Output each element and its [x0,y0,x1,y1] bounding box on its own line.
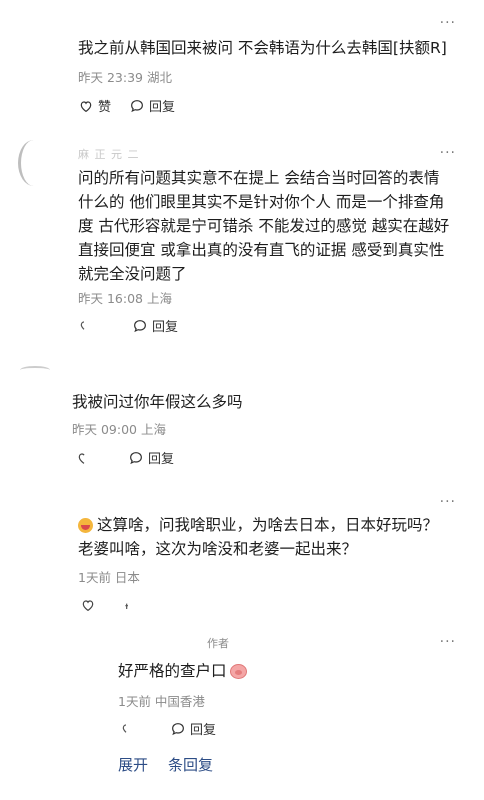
comment-text-line: 问的所有问题其实意不在提上 会结合当时回答的表情 [78,169,440,187]
heart-icon [78,452,85,464]
reply-label: 回复 [149,100,176,115]
author-tag: 作者 [207,637,229,650]
comment-text-line: 什么的 他们眼里其实不是针对你个人 而是一个排查角 [78,193,445,211]
comment-bubble-icon [130,451,142,464]
comment-meta: 昨天 23:39 湖北 [78,70,172,85]
reply-button[interactable]: 回复 [170,719,216,738]
reply-actions: 回复 [120,719,234,738]
heart-icon [122,723,127,733]
comment-actions: 回复 [76,448,192,467]
heart-icon [80,100,92,112]
comment-actions [80,597,156,613]
reply-text: 好严格的查户口 [118,659,247,683]
reply-comment: 作者 ··· 好严格的查户口 1天前 中国香港 回复 [0,625,484,745]
heart-icon [80,320,85,330]
comment-text: 问的所有问题其实意不在提上 会结合当时回答的表情 什么的 他们眼里其实不是针对你… [78,166,449,286]
comment-text-line: 直接回便宜 或拿出真的没有直飞的证据 感受到真实性 [78,241,445,259]
comment-bubble-icon [172,722,184,735]
reply-button[interactable]: 回复 [129,96,175,115]
pig-emoji-snout [234,669,242,675]
avatar[interactable] [20,366,50,374]
comment-bubble-icon [131,99,143,112]
more-icon[interactable]: ··· [440,16,456,30]
comment-text-line: 就完全没问题了 [78,265,187,283]
username[interactable]: 麻 正 元 二 [78,146,140,162]
laughing-emoji-mouth [81,524,90,530]
avatar[interactable] [18,140,49,186]
comment-4: ··· 这算啥，问我啥职业，为啥去日本，日本好玩吗？ 老婆叫啥，这次为啥没和老婆… [0,485,484,625]
more-icon[interactable]: ··· [440,146,456,160]
heart-icon [82,600,94,612]
comment-text: 我之前从韩国回来被问 不会韩语为什么去韩国[扶额R] [78,39,447,57]
reply-label: 回复 [152,320,179,335]
reply-label: 回复 [148,452,175,467]
comment-text-line: 度 古代形容就是宁可错杀 不能发过的感觉 越实在越好 [78,217,450,235]
comment-3: 我被问过你年假这么多吗 昨天 09:00 上海 回复 [0,350,484,485]
comment-meta: 昨天 09:00 上海 [72,422,166,437]
comment-text-line: 老婆叫啥，这次为啥没和老婆一起出来？ [78,540,358,558]
pig-emoji-icon [229,663,247,679]
like-label: 赞 [98,100,112,115]
comment-meta: 1天前 日本 [78,570,140,585]
reply-label: 回复 [190,723,217,738]
reply-text-content: 好严格的查户口 [118,662,227,680]
reply-count-link[interactable]: 条回复 [168,754,213,775]
comment-meta: 昨天 16:08 上海 [78,291,172,306]
reply-button[interactable]: 回复 [132,316,178,335]
comment-actions: 赞 回复 [78,96,193,115]
comment-text-line-1: 这算啥，问我啥职业，为啥去日本，日本好玩吗？ [97,516,439,534]
expand-replies-button[interactable]: 展开 [118,754,148,775]
like-button[interactable] [120,721,140,737]
like-button[interactable]: 赞 [78,96,111,115]
more-icon[interactable]: ··· [440,495,456,509]
reply-button[interactable]: 回复 [128,448,174,467]
more-icon[interactable]: ··· [440,635,456,649]
comment-bubble-icon [134,319,146,332]
laughing-emoji-icon [78,517,93,533]
comment-actions: 回复 [78,316,196,335]
comment-2: 麻 正 元 二 ··· 问的所有问题其实意不在提上 会结合当时回答的表情 什么的… [0,130,484,350]
comment-text-line: 这算啥，问我啥职业，为啥去日本，日本好玩吗？ [78,513,438,537]
comment-text: 我被问过你年假这么多吗 [72,393,243,411]
comment-bubble-icon [125,603,128,609]
like-button[interactable] [80,597,100,613]
reply-meta: 1天前 中国香港 [118,694,205,709]
comment-text: 这算啥，问我啥职业，为啥去日本，日本好玩吗？ 老婆叫啥，这次为啥没和老婆一起出来… [78,513,438,561]
like-button[interactable] [78,318,98,334]
comment-1: ··· 我之前从韩国回来被问 不会韩语为什么去韩国[扶额R] 昨天 23:39 … [0,0,484,130]
like-button[interactable] [76,450,96,466]
reply-button[interactable] [122,597,138,613]
